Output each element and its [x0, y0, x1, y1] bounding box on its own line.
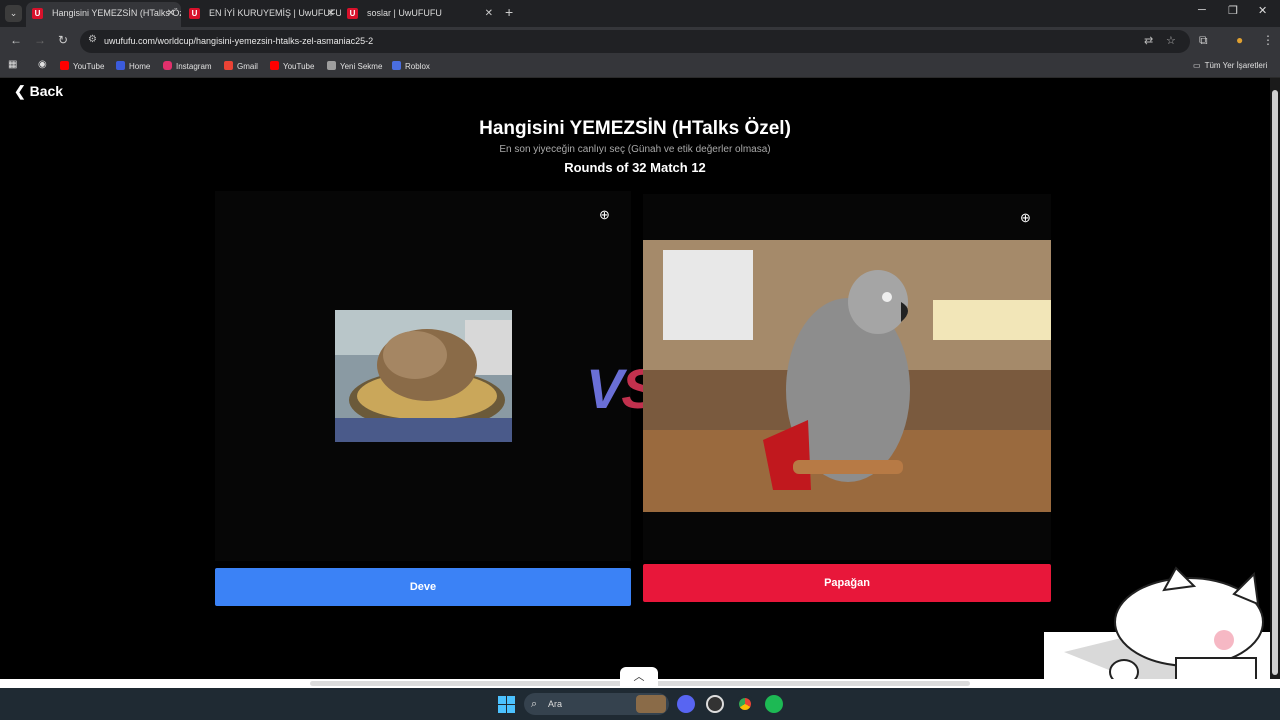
parrot-image[interactable]	[643, 240, 1051, 512]
window-close-icon[interactable]: ✕	[1258, 4, 1267, 17]
close-icon[interactable]: ✕	[167, 2, 175, 25]
browser-toolbar: ← → ↻ ⚙ uwufufu.com/worldcup/hangisini-y…	[0, 27, 1280, 56]
grid-icon	[327, 61, 336, 70]
apps-grid-icon[interactable]: ▦	[8, 59, 17, 70]
windows-start-icon[interactable]	[498, 696, 515, 713]
gmail-icon	[224, 61, 233, 70]
youtube-icon	[60, 61, 69, 70]
bookmark-youtube-2[interactable]: YouTube	[270, 61, 314, 71]
tab-title: EN İYİ KURUYEMİŞ | UwUFUFU	[209, 8, 341, 18]
all-bookmarks[interactable]: ▭ Tüm Yer İşaretleri	[1193, 61, 1267, 70]
taskbar: ⌕ Ara	[0, 688, 1280, 720]
tab-search-icon[interactable]: ⌄	[5, 5, 22, 22]
page-title: Hangisini YEMEZSİN (HTalks Özel)	[479, 118, 791, 139]
globe-icon[interactable]: ◉	[38, 59, 47, 70]
reload-icon[interactable]: ↻	[58, 33, 68, 47]
translate-icon[interactable]: ⇄	[1144, 34, 1153, 47]
bookmark-star-icon[interactable]: ☆	[1166, 34, 1176, 47]
search-highlight-icon[interactable]	[636, 695, 666, 713]
back-arrow-icon[interactable]: ←	[10, 33, 22, 47]
camel-dish-image[interactable]	[335, 310, 512, 442]
zoom-in-icon[interactable]: ⊕	[599, 207, 610, 223]
obs-icon[interactable]	[706, 695, 724, 713]
home-icon	[116, 61, 125, 70]
site-info-icon[interactable]: ⚙	[88, 34, 97, 45]
extensions-icon[interactable]: ⧉	[1199, 33, 1208, 48]
tab-kuruyemis[interactable]: U EN İYİ KURUYEMİŞ | UwUFUFU ✕	[183, 2, 341, 27]
minimize-icon[interactable]: ─	[1198, 4, 1206, 16]
tab-title: Hangisini YEMEZSİN (HTalks Öz	[52, 8, 181, 18]
chevron-up-icon[interactable]: ︿	[620, 667, 658, 687]
spotify-icon[interactable]	[765, 695, 783, 713]
url-text: uwufufu.com/worldcup/hangisini-yemezsin-…	[104, 36, 374, 46]
bookmark-roblox[interactable]: Roblox	[392, 61, 430, 71]
tab-strip: ⌄ U Hangisini YEMEZSİN (HTalks Öz ✕ U EN…	[0, 0, 1280, 27]
forward-arrow-icon[interactable]: →	[34, 33, 46, 47]
close-icon[interactable]: ✕	[327, 2, 335, 25]
bookmark-instagram[interactable]: Instagram	[163, 61, 212, 71]
profile-icon[interactable]: ●	[1236, 33, 1243, 47]
right-choice-card[interactable]: ⊕	[643, 194, 1051, 560]
tab-title: soslar | UwUFUFU	[367, 8, 442, 18]
back-label: Back	[29, 83, 64, 99]
uwufufu-favicon: U	[347, 8, 358, 19]
round-indicator: Rounds of 32 Match 12	[564, 160, 706, 175]
tab-soslar[interactable]: U soslar | UwUFUFU ✕	[341, 2, 499, 27]
choose-right-button[interactable]: Papağan	[643, 564, 1051, 602]
scroll-thumb[interactable]	[1272, 90, 1278, 675]
uwufufu-favicon: U	[32, 8, 43, 19]
youtube-icon	[270, 61, 279, 70]
bookmark-youtube[interactable]: YouTube	[60, 61, 104, 71]
back-link[interactable]: ❮ Back	[14, 83, 63, 100]
menu-kebab-icon[interactable]: ⋮	[1262, 33, 1274, 47]
zoom-in-icon[interactable]: ⊕	[1020, 210, 1031, 226]
maximize-icon[interactable]: ❐	[1228, 4, 1238, 17]
page-subtitle: En son yiyeceğin canlıyı seç (Günah ve e…	[499, 144, 771, 155]
search-placeholder: Ara	[548, 699, 563, 709]
address-bar[interactable]: ⚙ uwufufu.com/worldcup/hangisini-yemezsi…	[80, 30, 1190, 53]
tab-hangisini[interactable]: U Hangisini YEMEZSİN (HTalks Öz ✕	[26, 2, 181, 27]
bookmark-home[interactable]: Home	[116, 61, 150, 71]
uwufufu-favicon: U	[189, 8, 200, 19]
folder-icon: ▭	[1193, 61, 1201, 70]
chevron-left-icon: ❮	[14, 83, 26, 99]
roblox-icon	[392, 61, 401, 70]
bookmarks-bar: ▦ ◉ YouTube Home Instagram Gmail YouTube…	[0, 56, 1280, 78]
search-icon: ⌕	[531, 698, 538, 710]
vertical-scrollbar[interactable]	[1270, 78, 1280, 680]
left-choice-card[interactable]: ⊕	[215, 191, 631, 561]
choose-left-button[interactable]: Deve	[215, 568, 631, 606]
bookmark-gmail[interactable]: Gmail	[224, 61, 258, 71]
close-icon[interactable]: ✕	[485, 2, 493, 25]
instagram-icon	[163, 61, 172, 70]
bookmark-yeni-sekme[interactable]: Yeni Sekme	[327, 61, 382, 71]
discord-icon[interactable]	[677, 695, 695, 713]
new-tab-icon[interactable]: +	[505, 4, 513, 20]
chrome-icon[interactable]	[736, 695, 754, 713]
